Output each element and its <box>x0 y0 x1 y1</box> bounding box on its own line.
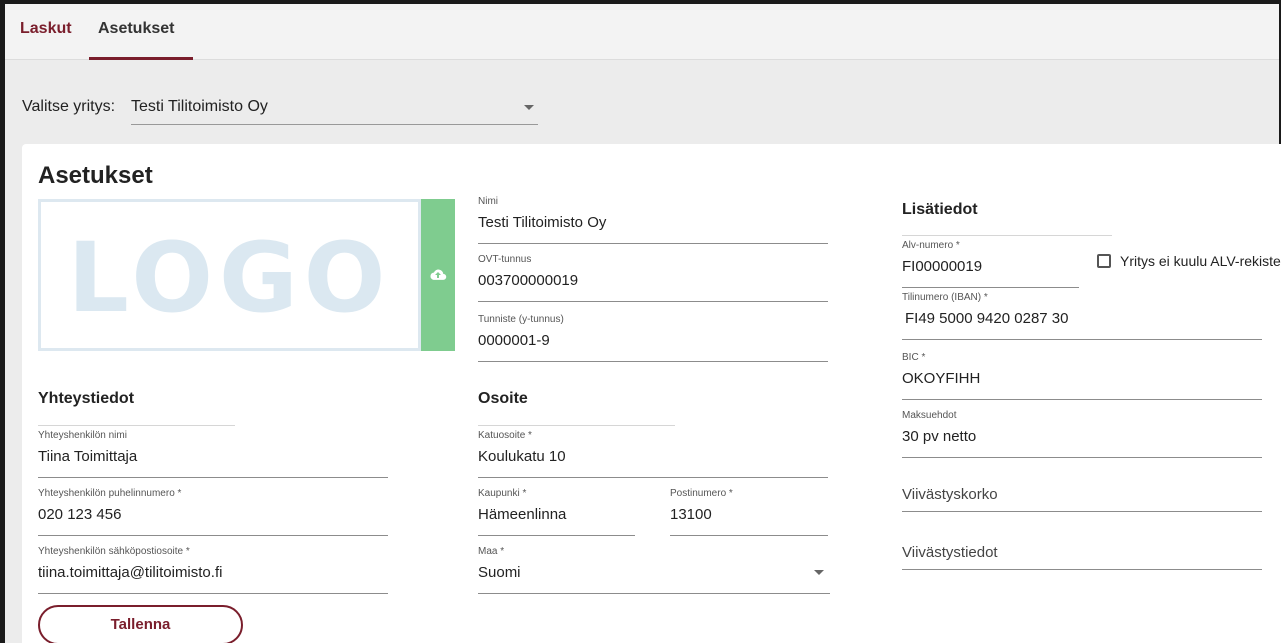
tab-laskut[interactable]: Laskut <box>20 20 72 38</box>
postal-value: 13100 <box>670 506 712 523</box>
contact-name-field[interactable]: Yhteyshenkilön nimi Tiina Toimittaja <box>38 430 388 478</box>
settings-card: Asetukset LOGO Nimi Testi Tilitoimisto O… <box>22 144 1281 643</box>
iban-label: Tilinumero (IBAN) * <box>902 292 988 303</box>
address-section-title: Osoite <box>478 390 528 407</box>
late-interest-field[interactable]: Viivästyskorko <box>902 464 1262 512</box>
contact-email-value: tiina.toimittaja@tilitoimisto.fi <box>38 564 223 581</box>
logo-upload-button[interactable] <box>421 199 455 351</box>
street-field[interactable]: Katuosoite * Koulukatu 10 <box>478 430 828 478</box>
contact-phone-value: 020 123 456 <box>38 506 122 523</box>
payment-terms-label: Maksuehdot <box>902 410 957 421</box>
nimi-field[interactable]: Nimi Testi Tilitoimisto Oy <box>478 196 828 244</box>
chevron-down-icon <box>524 105 534 110</box>
address-section-divider <box>478 425 675 426</box>
cloud-upload-icon <box>430 269 447 280</box>
contact-name-value: Tiina Toimittaja <box>38 448 138 465</box>
country-label: Maa * <box>478 546 505 557</box>
tunniste-field[interactable]: Tunniste (y-tunnus) 0000001-9 <box>478 314 828 362</box>
logo-placeholder: LOGO <box>67 222 392 334</box>
save-button[interactable]: Tallenna <box>38 605 243 643</box>
company-select[interactable]: Testi Tilitoimisto Oy <box>131 90 538 125</box>
contact-phone-label: Yhteyshenkilön puhelinnumero * <box>38 488 182 499</box>
street-value: Koulukatu 10 <box>478 448 566 465</box>
active-tab-indicator <box>89 57 193 60</box>
bic-field[interactable]: BIC * OKOYFIHH <box>902 352 1262 400</box>
city-value: Hämeenlinna <box>478 506 567 523</box>
company-select-label: Valitse yritys: <box>22 98 116 115</box>
ovt-field[interactable]: OVT-tunnus 003700000019 <box>478 254 828 302</box>
vat-field[interactable]: Alv-numero * FI00000019 <box>902 240 1079 288</box>
country-select[interactable]: Maa * Suomi <box>478 546 830 594</box>
late-info-placeholder: Viivästystiedot <box>902 544 998 561</box>
tunniste-label: Tunniste (y-tunnus) <box>478 314 564 325</box>
iban-field[interactable]: Tilinumero (IBAN) * FI49 5000 9420 0287 … <box>902 292 1262 340</box>
bic-label: BIC * <box>902 352 926 363</box>
contact-section-title: Yhteystiedot <box>38 390 135 407</box>
nimi-label: Nimi <box>478 196 498 207</box>
payment-terms-value: 30 pv netto <box>902 428 977 445</box>
ovt-label: OVT-tunnus <box>478 254 532 265</box>
nimi-value: Testi Tilitoimisto Oy <box>478 214 607 231</box>
checkbox-box[interactable] <box>1097 254 1111 268</box>
window-left-border <box>0 4 5 643</box>
tab-bar: Laskut Asetukset <box>5 4 1279 60</box>
tunniste-value: 0000001-9 <box>478 332 550 349</box>
postal-field[interactable]: Postinumero * 13100 <box>670 488 828 536</box>
extra-section-title: Lisätiedot <box>902 201 978 218</box>
vat-value: FI00000019 <box>902 258 983 275</box>
payment-terms-field[interactable]: Maksuehdot 30 pv netto <box>902 410 1262 458</box>
iban-value: FI49 5000 9420 0287 30 <box>905 310 1069 327</box>
logo-preview: LOGO <box>38 199 421 351</box>
contact-phone-field[interactable]: Yhteyshenkilön puhelinnumero * 020 123 4… <box>38 488 388 536</box>
contact-name-label: Yhteyshenkilön nimi <box>38 430 127 441</box>
vat-label: Alv-numero * <box>902 240 960 251</box>
street-label: Katuosoite * <box>478 430 532 441</box>
contact-section-divider <box>38 425 235 426</box>
company-select-value: Testi Tilitoimisto Oy <box>131 98 268 115</box>
ovt-value: 003700000019 <box>478 272 579 289</box>
late-interest-placeholder: Viivästyskorko <box>902 486 998 503</box>
postal-label: Postinumero * <box>670 488 733 499</box>
country-value: Suomi <box>478 564 521 581</box>
page-title: Asetukset <box>38 162 153 189</box>
extra-section-divider <box>902 235 1112 236</box>
contact-email-label: Yhteyshenkilön sähköpostiosoite * <box>38 546 190 557</box>
vat-exempt-label: Yritys ei kuulu ALV-rekisteriin <box>1120 253 1281 269</box>
tab-asetukset[interactable]: Asetukset <box>98 20 174 38</box>
bic-value: OKOYFIHH <box>902 370 981 387</box>
chevron-down-icon <box>814 570 824 575</box>
late-info-field[interactable]: Viivästystiedot <box>902 522 1262 570</box>
city-label: Kaupunki * <box>478 488 527 499</box>
city-field[interactable]: Kaupunki * Hämeenlinna <box>478 488 635 536</box>
contact-email-field[interactable]: Yhteyshenkilön sähköpostiosoite * tiina.… <box>38 546 388 594</box>
